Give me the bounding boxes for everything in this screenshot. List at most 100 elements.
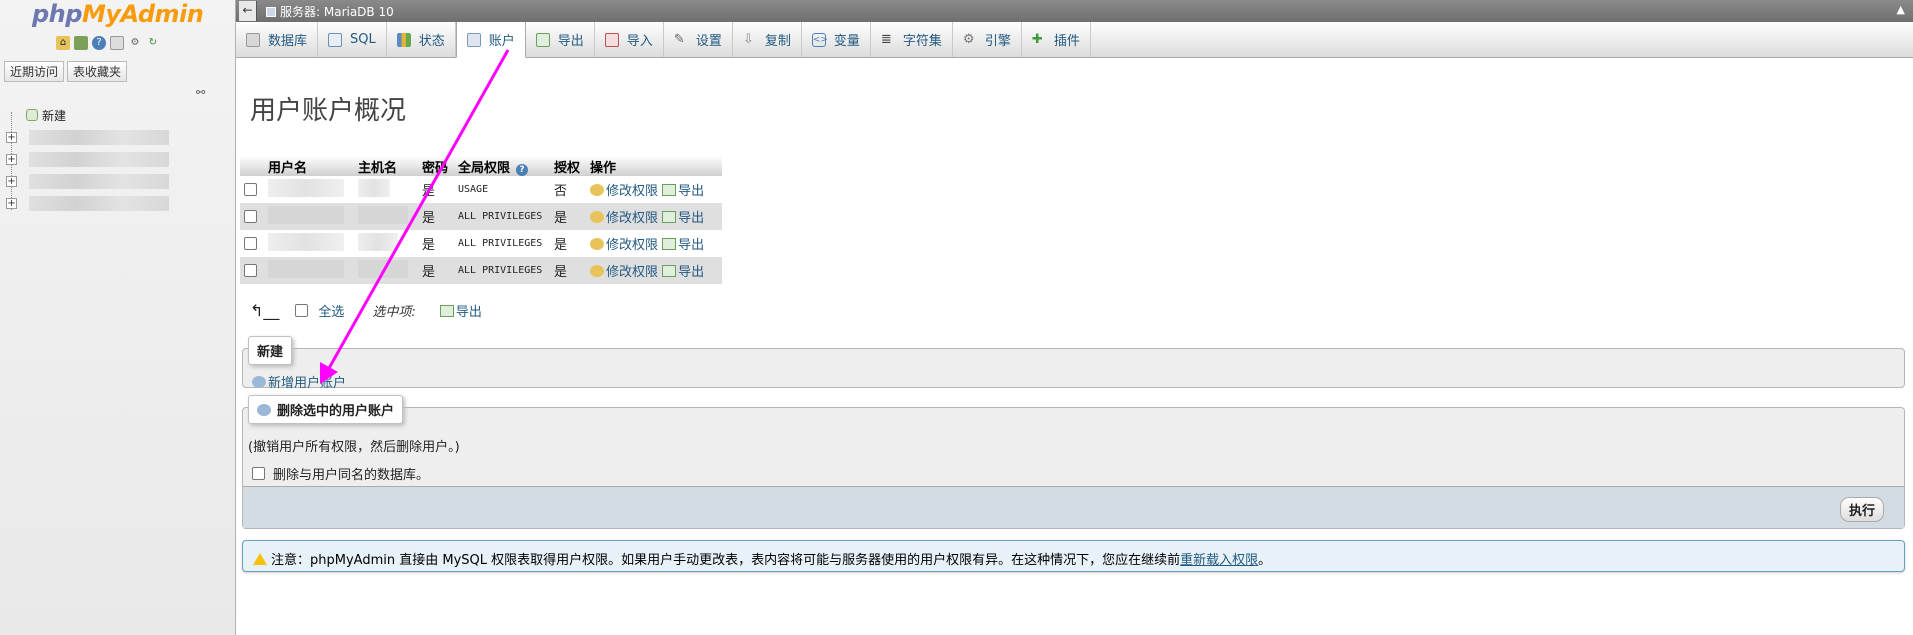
expand-icon[interactable]: +	[6, 153, 17, 165]
favorites-tab[interactable]: 表收藏夹	[67, 61, 128, 82]
column-username[interactable]: 用户名	[264, 156, 354, 176]
tab-charsets[interactable]: ≣ 字符集	[871, 22, 953, 57]
main-content: 用户账户概况 用户名 主机名 密码 全局权限? 授权 操作 是 USAGE 否 …	[236, 58, 1913, 635]
table-row: 是 USAGE 否 修改权限 导出	[240, 176, 722, 203]
logout-icon[interactable]	[74, 36, 88, 50]
export-icon	[439, 305, 454, 317]
delete-users-legend: 删除选中的用户账户	[248, 395, 404, 424]
export-user-link[interactable]: 导出	[662, 265, 704, 280]
edit-privileges-link[interactable]: 修改权限	[590, 265, 658, 280]
drop-database-checkbox[interactable]	[252, 467, 265, 480]
database-icon	[246, 32, 260, 47]
database-item[interactable]: +	[6, 192, 169, 214]
bulk-export-link[interactable]: 导出	[439, 301, 482, 320]
sql-icon	[328, 32, 343, 47]
column-hostname[interactable]: 主机名	[354, 156, 418, 176]
edit-privileges-icon	[590, 211, 604, 223]
reload-privileges-notice: 注意：phpMyAdmin 直接由 MySQL 权限表取得用户权限。如果用户手动…	[242, 540, 1905, 572]
docs-icon[interactable]	[110, 36, 124, 50]
grant-cell: 是	[550, 203, 586, 230]
page-title: 用户账户概况	[250, 96, 407, 126]
recent-tab[interactable]: 近期访问	[4, 61, 65, 82]
export-user-link[interactable]: 导出	[662, 211, 704, 226]
database-item[interactable]: +	[6, 148, 169, 170]
database-item[interactable]: +	[6, 170, 169, 192]
tab-settings[interactable]: ✎ 设置	[664, 22, 733, 57]
expand-icon[interactable]: +	[6, 197, 17, 209]
settings-icon[interactable]: ⚙	[128, 36, 142, 50]
home-icon[interactable]: ⌂	[56, 36, 70, 50]
wrench-icon: ✎	[673, 31, 685, 47]
drop-database-label[interactable]: 删除与用户同名的数据库。	[273, 464, 429, 483]
tab-engines[interactable]: ⚙ 引擎	[953, 22, 1022, 57]
edit-privileges-link[interactable]: 修改权限	[590, 238, 658, 253]
tab-plugins[interactable]: ✚ 插件	[1022, 22, 1091, 57]
plugin-icon: ✚	[1031, 31, 1043, 47]
replication-icon: ⇩	[742, 31, 754, 47]
edit-privileges-icon	[590, 184, 604, 196]
tab-replication[interactable]: ⇩ 复制	[733, 22, 802, 57]
select-all-checkbox[interactable]	[295, 304, 309, 317]
column-global-privileges[interactable]: 全局权限?	[454, 156, 550, 176]
row-checkbox[interactable]	[244, 264, 257, 277]
privileges-cell: ALL PRIVILEGES	[454, 203, 550, 230]
edit-privileges-link[interactable]: 修改权限	[590, 184, 658, 199]
tab-status[interactable]: 状态	[387, 22, 456, 57]
export-user-link[interactable]: 导出	[662, 238, 704, 253]
redacted-database-name	[29, 173, 169, 189]
tab-accounts[interactable]: 账户	[455, 22, 526, 58]
privileges-cell: ALL PRIVILEGES	[454, 230, 550, 257]
edit-privileges-link[interactable]: 修改权限	[590, 211, 658, 226]
go-button[interactable]: 执行	[1839, 497, 1884, 522]
export-user-link[interactable]: 导出	[662, 184, 704, 199]
arrow-up-icon: ↰__	[250, 301, 280, 320]
export-icon	[662, 184, 677, 196]
add-user-account-link[interactable]: 新增用户账户	[252, 372, 346, 391]
checkbox-header	[240, 156, 264, 176]
select-all-label[interactable]: 全选	[318, 301, 344, 320]
column-password[interactable]: 密码	[418, 156, 454, 176]
server-icon	[266, 7, 276, 17]
tab-variables[interactable]: <> 变量	[802, 22, 871, 57]
password-cell: 是	[418, 230, 454, 257]
export-icon	[662, 238, 677, 250]
expand-icon[interactable]: +	[6, 175, 17, 187]
nav-icon-bar: ⌂ ? ⚙ ↻	[56, 36, 160, 50]
engine-icon: ⚙	[962, 31, 975, 47]
redacted-hostname	[358, 205, 408, 224]
redacted-username	[268, 232, 344, 251]
database-item[interactable]: +	[6, 126, 169, 148]
bulk-actions: ↰__ 全选 选中项: 导出	[250, 301, 482, 320]
add-user-icon	[252, 376, 266, 388]
link-icon[interactable]: ⚯	[196, 86, 205, 99]
tab-export[interactable]: 导出	[526, 22, 595, 57]
reload-privileges-link[interactable]: 重新载入权限	[1180, 553, 1258, 568]
tab-import[interactable]: 导入	[595, 22, 664, 57]
edit-privileges-icon	[590, 265, 604, 277]
expand-icon[interactable]: +	[6, 131, 17, 143]
redacted-username	[268, 205, 344, 224]
tab-sql[interactable]: SQL	[318, 22, 387, 57]
server-breadcrumb[interactable]: 服务器: MariaDB 10	[266, 3, 394, 20]
phpmyadmin-logo[interactable]: phpMyAdmin	[32, 0, 204, 28]
row-checkbox[interactable]	[244, 210, 257, 223]
redacted-username	[268, 178, 344, 197]
grant-cell: 否	[550, 176, 586, 203]
tab-databases[interactable]: 数据库	[236, 22, 319, 57]
status-icon	[396, 32, 411, 47]
database-tree: 新建 + + + +	[6, 104, 169, 214]
back-arrow-icon[interactable]: ←	[239, 1, 257, 21]
collapse-icon[interactable]: ▲	[1897, 3, 1905, 16]
warning-icon	[253, 553, 267, 565]
column-grant[interactable]: 授权	[550, 156, 586, 176]
help-icon[interactable]: ?	[516, 163, 529, 176]
redacted-hostname	[358, 178, 390, 197]
row-checkbox[interactable]	[244, 183, 257, 196]
reload-icon[interactable]: ↻	[146, 36, 160, 50]
help-icon[interactable]: ?	[92, 36, 106, 50]
row-checkbox[interactable]	[244, 237, 257, 250]
new-database-item[interactable]: 新建	[6, 104, 169, 126]
redacted-hostname	[358, 259, 408, 278]
password-cell: 是	[418, 203, 454, 230]
navigation-panel: phpMyAdmin ⌂ ? ⚙ ↻ 近期访问 表收藏夹 ⚯ 新建 + + + …	[0, 0, 236, 635]
